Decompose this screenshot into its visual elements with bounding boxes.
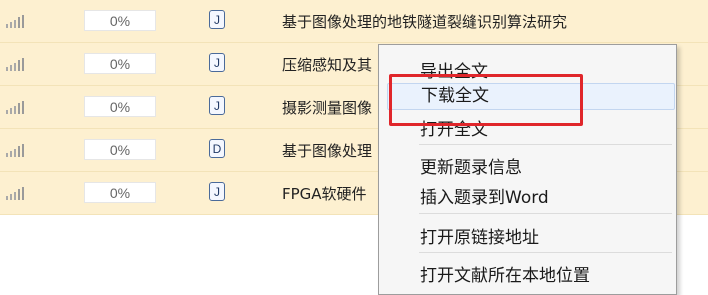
download-progress: 0% bbox=[84, 182, 156, 203]
menu-item-download-fulltext[interactable]: 下载全文 bbox=[387, 83, 675, 110]
document-title[interactable]: 基于图像处理的地铁隧道裂缝识别算法研究 bbox=[282, 11, 567, 32]
journal-type-icon: J bbox=[209, 182, 225, 201]
document-title[interactable]: 压缩感知及其 bbox=[282, 54, 372, 75]
dissertation-type-icon: D bbox=[209, 139, 225, 158]
menu-item-export-fulltext[interactable]: 导出全文 bbox=[420, 57, 488, 82]
menu-item-insert-word[interactable]: 插入题录到Word bbox=[420, 183, 549, 208]
menu-separator bbox=[419, 252, 672, 253]
context-menu: 导出全文 下载全文 打开全文 更新题录信息 插入题录到Word 打开原链接地址 … bbox=[378, 44, 677, 295]
menu-item-open-source-link[interactable]: 打开原链接地址 bbox=[420, 223, 539, 248]
document-title[interactable]: 基于图像处理 bbox=[282, 140, 372, 161]
signal-strength-icon bbox=[6, 186, 32, 200]
journal-type-icon: J bbox=[209, 53, 225, 72]
signal-strength-icon bbox=[6, 14, 32, 28]
signal-strength-icon bbox=[6, 143, 32, 157]
document-title[interactable]: FPGA软硬件 bbox=[282, 183, 367, 204]
document-title[interactable]: 摄影测量图像 bbox=[282, 97, 372, 118]
journal-type-icon: J bbox=[209, 96, 225, 115]
journal-type-icon: J bbox=[209, 10, 225, 29]
download-progress: 0% bbox=[84, 96, 156, 117]
menu-item-update-record[interactable]: 更新题录信息 bbox=[420, 153, 522, 178]
download-progress: 0% bbox=[84, 10, 156, 31]
download-progress: 0% bbox=[84, 139, 156, 160]
signal-strength-icon bbox=[6, 100, 32, 114]
menu-separator bbox=[419, 144, 672, 145]
list-item[interactable]: 0% J 基于图像处理的地铁隧道裂缝识别算法研究 bbox=[0, 0, 708, 43]
menu-item-open-local-location[interactable]: 打开文献所在本地位置 bbox=[420, 261, 590, 286]
menu-item-open-fulltext[interactable]: 打开全文 bbox=[420, 115, 488, 140]
menu-separator bbox=[419, 213, 672, 214]
signal-strength-icon bbox=[6, 57, 32, 71]
download-progress: 0% bbox=[84, 53, 156, 74]
